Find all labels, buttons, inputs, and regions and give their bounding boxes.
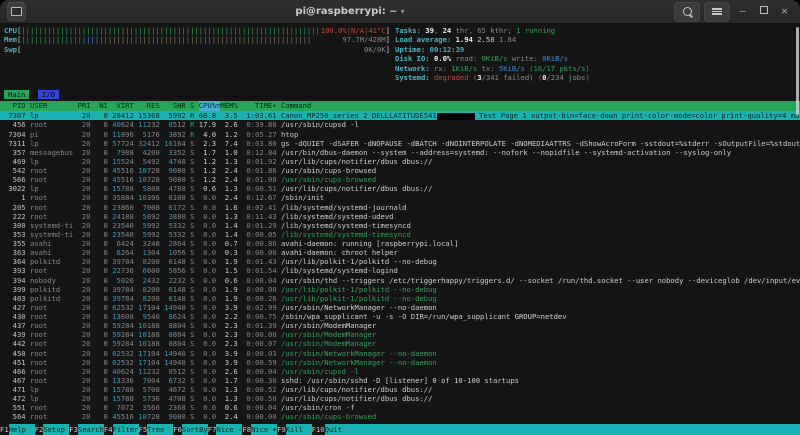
fkey-label-tree[interactable]: Tree	[147, 424, 173, 435]
process-row[interactable]: 472 lp 20 0 15788 5736 4708 S 0.0 1.3 0:…	[0, 394, 800, 403]
scrollbar-thumb[interactable]	[796, 27, 799, 115]
stats-line-2: Uptime: 00:12:39	[395, 45, 796, 54]
htop-screen: CPU[||||||||||||||||||||||||||||||||||||…	[0, 24, 800, 435]
process-row[interactable]: 427 root 20 0 62532 17104 14940 S 0.0 3.…	[0, 303, 800, 312]
table-header: PID USER PRI NI VIRT RES SHR S CPU%▽MEM%…	[0, 101, 800, 111]
stats-line-3: Disk IO: 0.0% read: 0KiB/s write: 0KiB/s	[395, 54, 796, 63]
cpu-meter-bar: ||||||||||||||||||||||||||||||||||||||||…	[21, 26, 320, 35]
search-button[interactable]	[674, 2, 700, 22]
close-button[interactable]: ✕	[776, 3, 793, 21]
process-row[interactable]: 467 root 20 0 13336 7004 6732 S 0.0 1.7 …	[0, 376, 800, 385]
process-row[interactable]: 353 systemd-ti 20 0 23540 5992 5332 S 0.…	[0, 230, 800, 239]
fkey-label-search[interactable]: Search	[78, 424, 104, 435]
process-row[interactable]: 300 systemd-ti 20 0 23540 5992 5332 S 0.…	[0, 221, 800, 230]
swp-meter-value: 0K/0K	[364, 45, 386, 54]
stats-line-4: Network: rx: 1KiB/s tx: 5KiB/s (16/17 pk…	[395, 64, 796, 73]
process-row[interactable]: 466 root 20 0 40624 11232 8512 S 0.0 2.6…	[0, 367, 800, 376]
terminal-app-icon	[7, 2, 26, 21]
stats-column: Tasks: 39, 24 thr, 65 kthr; 1 runningLoa…	[390, 26, 796, 82]
meters-column: CPU[||||||||||||||||||||||||||||||||||||…	[4, 26, 390, 82]
fkey-f2[interactable]: F2	[35, 424, 44, 435]
terminal-window: pi@raspberrypi: ~▾ – ✕ CPU[|||||||||||||…	[0, 0, 800, 435]
window-title: pi@raspberrypi: ~	[295, 6, 397, 17]
fkey-label-kill[interactable]: Kill	[286, 424, 312, 435]
process-row[interactable]: 222 root 20 0 24188 5892 3880 S 0.0 1.3 …	[0, 212, 800, 221]
fkey-label-nice[interactable]: Nice +	[251, 424, 277, 435]
process-row[interactable]: 439 root 20 0 59284 10188 8804 S 0.0 2.3…	[0, 330, 800, 339]
minimize-button[interactable]: –	[734, 3, 751, 21]
fkey-f3[interactable]: F3	[69, 424, 78, 435]
fkey-f10[interactable]: F10	[312, 424, 325, 435]
fkey-f9[interactable]: F9	[277, 424, 286, 435]
fkey-label-help[interactable]: Help	[9, 424, 35, 435]
cpu-meter: CPU[||||||||||||||||||||||||||||||||||||…	[4, 26, 390, 35]
process-row[interactable]: 394 nobody 20 0 5020 2432 2232 S 0.0 0.6…	[0, 276, 800, 285]
process-row[interactable]: 357 messagebus 20 0 7988 4200 3352 S 1.7…	[0, 148, 800, 157]
tab-main[interactable]: Main	[4, 90, 29, 99]
process-row[interactable]: 364 polkitd 20 0 39784 8200 6148 S 0.0 1…	[0, 257, 800, 266]
function-key-bar: F1Help F2Setup F3SearchF4FilterF5Tree F6…	[0, 424, 800, 435]
mem-meter-value: 97.7M/428M	[342, 35, 385, 44]
fkey-label-quit[interactable]: Quit	[325, 424, 800, 435]
process-row[interactable]: 7304 pi 20 0 11896 5176 3892 R 4.0 1.2 0…	[0, 130, 800, 139]
fkey-label-setup[interactable]: Setup	[43, 424, 69, 435]
redacted-text	[437, 113, 475, 120]
process-row[interactable]: 363 avahi 20 0 6264 1304 1056 S 0.0 0.3 …	[0, 248, 800, 257]
screen-tabs: Main I/O	[0, 90, 800, 100]
process-row[interactable]: 355 avahi 20 0 6424 3248 2864 S 0.0 0.7 …	[0, 239, 800, 248]
process-row[interactable]: 469 lp 20 0 15524 5492 4740 S 1.2 1.3 0:…	[0, 157, 800, 166]
fkey-f7[interactable]: F7	[208, 424, 217, 435]
fkey-f4[interactable]: F4	[104, 424, 113, 435]
process-list: 7307 lp 20 0 28412 15368 5992 R 68.8 3.5…	[0, 111, 800, 424]
fkey-f8[interactable]: F8	[242, 424, 251, 435]
process-row[interactable]: 451 root 20 0 62532 17104 14940 S 0.0 3.…	[0, 358, 800, 367]
process-row[interactable]: 442 root 20 0 59284 10188 8804 S 0.0 2.3…	[0, 339, 800, 348]
process-row[interactable]: 3022 lp 20 0 15788 5808 4780 S 0.6 1.3 0…	[0, 184, 800, 193]
process-row[interactable]: 471 lp 20 0 15788 5708 4672 S 0.0 1.3 0:…	[0, 385, 800, 394]
process-row[interactable]: 399 polkitd 20 0 39784 8200 6148 S 0.0 1…	[0, 285, 800, 294]
fkey-label-filter[interactable]: Filter	[113, 424, 139, 435]
header-gap	[0, 82, 800, 90]
process-row[interactable]: 1 root 20 0 35884 10396 8100 S 0.0 2.4 0…	[0, 193, 800, 202]
search-icon	[683, 7, 692, 16]
window-title-menu[interactable]: pi@raspberrypi: ~▾	[30, 6, 670, 17]
process-row[interactable]: 393 root 20 0 22736 6600 5856 S 0.0 1.5 …	[0, 266, 800, 275]
cpu-meter-value: 100.0%|N/A|41°C	[321, 26, 386, 35]
htop-header: CPU[||||||||||||||||||||||||||||||||||||…	[0, 24, 800, 82]
process-row[interactable]: 456 root 20 0 40624 11232 8512 R 17.9 2.…	[0, 120, 800, 129]
process-row[interactable]: 430 root 20 0 13608 9540 8624 S 0.0 2.2 …	[0, 312, 800, 321]
swp-meter: Swp[0K/0K]	[4, 45, 390, 54]
process-row[interactable]: 551 root 20 0 7072 3560 2368 S 0.0 0.6 0…	[0, 403, 800, 412]
mem-meter-bar: ||||||||||||||||||||||||||||||||||||||||…	[21, 35, 342, 44]
stats-line-0: Tasks: 39, 24 thr, 65 kthr; 1 running	[395, 26, 796, 35]
fkey-f6[interactable]: F6	[173, 424, 182, 435]
process-row[interactable]: 7307 lp 20 0 28412 15368 5992 R 68.8 3.5…	[0, 111, 800, 120]
menu-button[interactable]	[704, 2, 730, 22]
process-row[interactable]: 564 root 20 0 45516 10728 9080 S 0.0 2.4…	[0, 412, 800, 421]
stats-line-1: Load average: 1.94 2.58 1.84	[395, 35, 796, 44]
maximize-icon	[760, 6, 768, 14]
stats-line-5: Systemd: degraded (3/341 failed) (0/234 …	[395, 73, 796, 82]
tab-io[interactable]: I/O	[38, 90, 59, 99]
hamburger-icon	[712, 7, 722, 16]
fkey-label-nice[interactable]: Nice -	[216, 424, 242, 435]
fkey-f1[interactable]: F1	[0, 424, 9, 435]
header-col-cpu-sorted[interactable]: CPU%▽	[199, 101, 221, 111]
fkey-label-sortby[interactable]: SortBy	[182, 424, 208, 435]
process-row[interactable]: 205 root 20 0 23860 7008 6172 S 0.0 1.6 …	[0, 203, 800, 212]
maximize-button[interactable]	[755, 3, 772, 21]
process-row[interactable]: 566 root 20 0 45516 10728 9080 S 1.2 2.4…	[0, 175, 800, 184]
titlebar: pi@raspberrypi: ~▾ – ✕	[0, 0, 800, 24]
process-row[interactable]: 437 root 20 0 59284 10188 8804 S 0.0 2.3…	[0, 321, 800, 330]
mem-meter: Mem[||||||||||||||||||||||||||||||||||||…	[4, 35, 390, 44]
header-cols-left[interactable]: PID USER PRI NI VIRT RES SHR S	[4, 101, 199, 111]
process-row[interactable]: 450 root 20 0 62532 17104 14940 S 0.0 3.…	[0, 349, 800, 358]
process-row[interactable]: 542 root 20 0 45516 10728 9080 S 1.2 2.4…	[0, 166, 800, 175]
chevron-down-icon: ▾	[398, 7, 405, 16]
process-row[interactable]: 7311 lp 20 0 57724 32412 16164 S 2.3 7.4…	[0, 139, 800, 148]
process-row[interactable]: 403 polkitd 20 0 39784 8200 6148 S 0.0 1…	[0, 294, 800, 303]
header-cols-right[interactable]: MEM% TIME+ Command	[220, 101, 311, 111]
fkey-f5[interactable]: F5	[139, 424, 148, 435]
swp-meter-bar	[21, 45, 364, 54]
